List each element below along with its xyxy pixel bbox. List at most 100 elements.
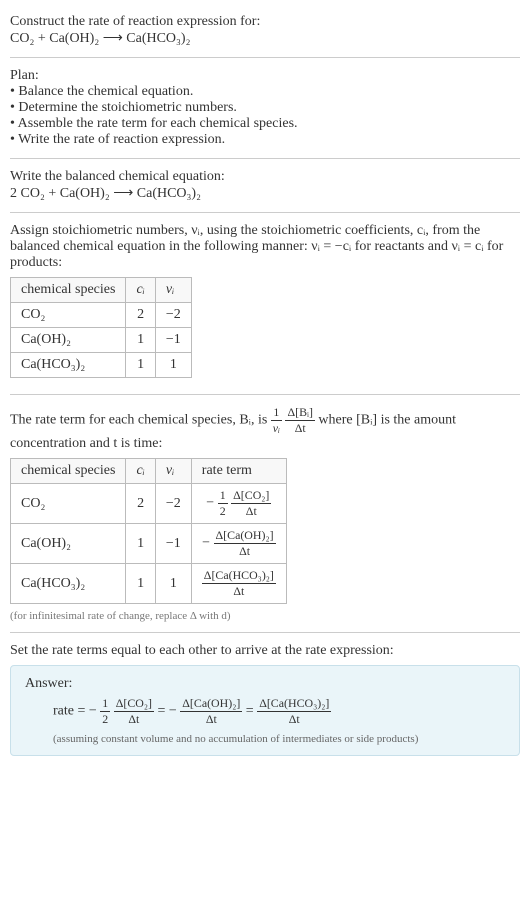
col-species: chemical species [11, 459, 126, 484]
cell-c: 1 [126, 564, 155, 604]
rate-prefix: − [206, 496, 214, 511]
table-row: CO₂ 2 −2 [11, 303, 192, 328]
rate-term-section: The rate term for each chemical species,… [10, 399, 520, 628]
balanced-section: Write the balanced chemical equation: 2 … [10, 163, 520, 208]
rate-delta-frac: Δ[Ca(HCO₃)₂] Δt [202, 568, 276, 599]
rate-delta-frac: Δ[Bᵢ] Δt [285, 405, 314, 436]
prompt-equation: CO₂ + Ca(OH)₂ ⟶ Ca(HCO₃)₂ [10, 30, 520, 47]
term1-delta: Δ[CO₂] Δt [114, 696, 154, 727]
table-row: Ca(OH)₂ 1 −1 [11, 328, 192, 353]
final-section: Set the rate terms equal to each other t… [10, 637, 520, 762]
frac-den: Δt [202, 584, 276, 599]
col-c: cᵢ [126, 278, 155, 303]
cell-species: CO₂ [11, 303, 126, 328]
cell-c: 2 [126, 303, 155, 328]
frac-den: Δt [257, 712, 331, 727]
frac-num: Δ[Bᵢ] [285, 405, 314, 421]
divider [10, 57, 520, 58]
col-nu: νᵢ [155, 459, 191, 484]
term3-delta: Δ[Ca(HCO₃)₂] Δt [257, 696, 331, 727]
cell-c: 1 [126, 353, 155, 378]
rate-expression: rate = − 1 2 Δ[CO₂] Δt = − Δ[Ca(OH)₂] Δt… [25, 696, 505, 727]
frac-num: 1 [271, 405, 282, 421]
cell-c: 2 [126, 484, 155, 524]
frac-den: Δt [214, 544, 276, 559]
rate-coef-frac: 1 2 [218, 488, 228, 519]
divider [10, 212, 520, 213]
cell-rate: − 1 2 Δ[CO₂] Δt [191, 484, 286, 524]
cell-nu: −1 [155, 328, 191, 353]
frac-den: 2 [218, 504, 228, 519]
stoich-section: Assign stoichiometric numbers, νᵢ, using… [10, 217, 520, 390]
col-species: chemical species [11, 278, 126, 303]
divider [10, 158, 520, 159]
term2-prefix: − [169, 704, 177, 719]
table-row: Ca(HCO₃)₂ 1 1 [11, 353, 192, 378]
rate-table: chemical species cᵢ νᵢ rate term CO₂ 2 −… [10, 458, 287, 604]
frac-num: Δ[Ca(OH)₂] [214, 528, 276, 544]
rate-delta-frac: Δ[CO₂] Δt [231, 488, 271, 519]
cell-nu: 1 [155, 564, 191, 604]
cell-nu: −2 [155, 484, 191, 524]
balanced-heading: Write the balanced chemical equation: [10, 169, 520, 185]
prompt-line: Construct the rate of reaction expressio… [10, 14, 520, 30]
prompt-section: Construct the rate of reaction expressio… [10, 8, 520, 53]
stoich-intro: Assign stoichiometric numbers, νᵢ, using… [10, 223, 520, 271]
balanced-equation: 2 CO₂ + Ca(OH)₂ ⟶ Ca(HCO₃)₂ [10, 185, 520, 202]
table-row: Ca(OH)₂ 1 −1 − Δ[Ca(OH)₂] Δt [11, 524, 287, 564]
rate-coef-frac: 1 νᵢ [271, 405, 282, 436]
table-header-row: chemical species cᵢ νᵢ rate term [11, 459, 287, 484]
answer-box: Answer: rate = − 1 2 Δ[CO₂] Δt = − Δ[Ca(… [10, 665, 520, 756]
frac-num: 1 [100, 696, 110, 712]
plan-item: Write the rate of reaction expression. [10, 132, 520, 148]
plan-list: Balance the chemical equation. Determine… [10, 84, 520, 148]
rate-label: rate = [53, 704, 89, 719]
rate-delta-frac: Δ[Ca(OH)₂] Δt [214, 528, 276, 559]
cell-species: Ca(HCO₃)₂ [11, 564, 126, 604]
frac-den: 2 [100, 712, 110, 727]
frac-num: Δ[Ca(HCO₃)₂] [202, 568, 276, 584]
table-header-row: chemical species cᵢ νᵢ [11, 278, 192, 303]
frac-num: Δ[CO₂] [231, 488, 271, 504]
final-heading: Set the rate terms equal to each other t… [10, 643, 520, 659]
cell-rate: − Δ[Ca(OH)₂] Δt [191, 524, 286, 564]
infinitesimal-note: (for infinitesimal rate of change, repla… [10, 610, 520, 622]
term1-coef: 1 2 [100, 696, 110, 727]
plan-section: Plan: Balance the chemical equation. Det… [10, 62, 520, 154]
cell-species: Ca(OH)₂ [11, 524, 126, 564]
frac-num: 1 [218, 488, 228, 504]
cell-nu: 1 [155, 353, 191, 378]
col-nu: νᵢ [155, 278, 191, 303]
cell-nu: −1 [155, 524, 191, 564]
col-rate: rate term [191, 459, 286, 484]
rate-prefix: − [202, 536, 210, 551]
plan-item: Determine the stoichiometric numbers. [10, 100, 520, 116]
rate-intro-pre: The rate term for each chemical species,… [10, 413, 271, 428]
cell-rate: Δ[Ca(HCO₃)₂] Δt [191, 564, 286, 604]
cell-c: 1 [126, 328, 155, 353]
term1-prefix: − [89, 704, 97, 719]
frac-num: Δ[CO₂] [114, 696, 154, 712]
plan-item: Assemble the rate term for each chemical… [10, 116, 520, 132]
plan-item: Balance the chemical equation. [10, 84, 520, 100]
frac-den: Δt [114, 712, 154, 727]
plan-heading: Plan: [10, 68, 520, 84]
frac-den: Δt [285, 421, 314, 436]
col-c: cᵢ [126, 459, 155, 484]
cell-species: CO₂ [11, 484, 126, 524]
rate-intro: The rate term for each chemical species,… [10, 405, 520, 452]
frac-num: Δ[Ca(HCO₃)₂] [257, 696, 331, 712]
divider [10, 394, 520, 395]
answer-label: Answer: [25, 676, 505, 692]
equals: = [157, 704, 168, 719]
cell-species: Ca(OH)₂ [11, 328, 126, 353]
frac-den: Δt [180, 712, 242, 727]
divider [10, 632, 520, 633]
stoich-table: chemical species cᵢ νᵢ CO₂ 2 −2 Ca(OH)₂ … [10, 277, 192, 378]
frac-den: Δt [231, 504, 271, 519]
frac-den: νᵢ [271, 421, 282, 436]
table-row: Ca(HCO₃)₂ 1 1 Δ[Ca(HCO₃)₂] Δt [11, 564, 287, 604]
term2-delta: Δ[Ca(OH)₂] Δt [180, 696, 242, 727]
cell-nu: −2 [155, 303, 191, 328]
table-row: CO₂ 2 −2 − 1 2 Δ[CO₂] Δt [11, 484, 287, 524]
